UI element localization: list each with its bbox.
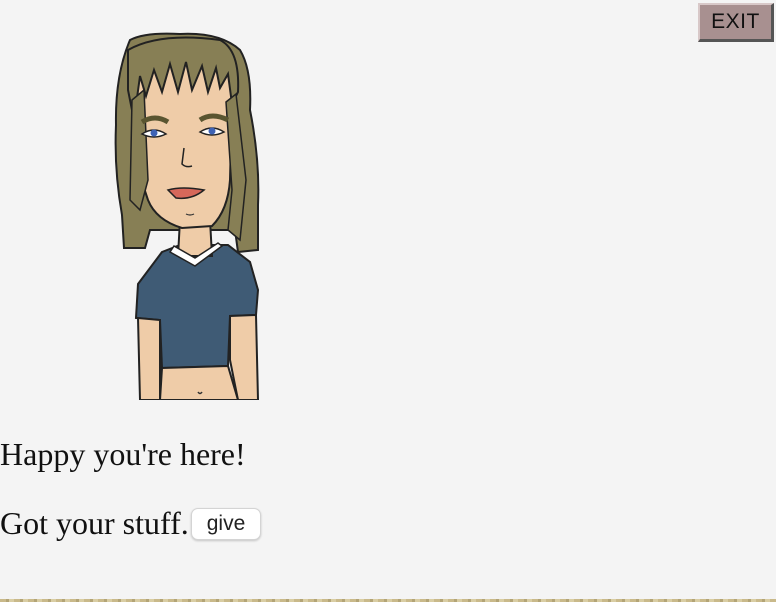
character-avatar bbox=[114, 32, 260, 400]
greeting-text: Happy you're here! bbox=[0, 436, 246, 472]
left-arm bbox=[136, 316, 161, 400]
give-button[interactable]: give bbox=[190, 507, 262, 540]
stuff-text: Got your stuff. bbox=[0, 505, 189, 541]
midriff bbox=[158, 364, 240, 400]
dialog-line: Got your stuff. give bbox=[0, 505, 262, 542]
exit-button[interactable]: EXIT bbox=[698, 3, 774, 42]
